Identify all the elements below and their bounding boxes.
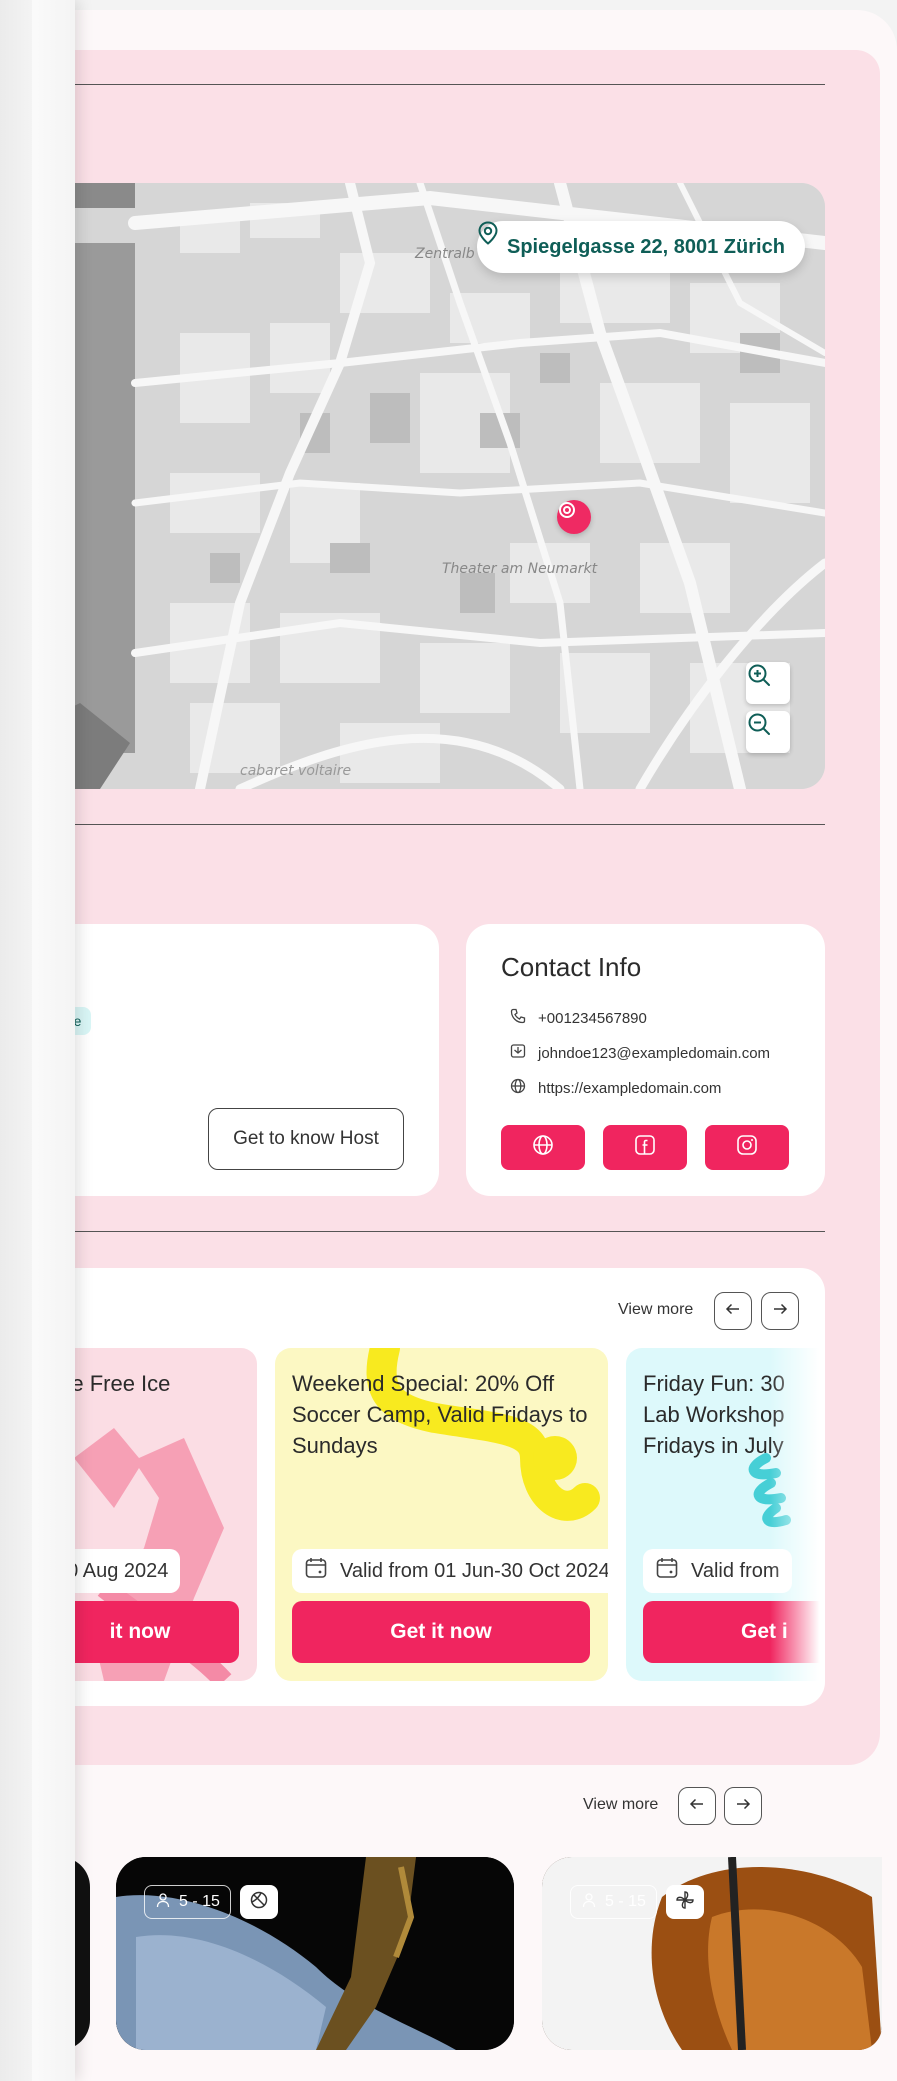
contact-info-card: Contact Info +001234567890 johndoe123@ex… xyxy=(466,924,825,1196)
event-card[interactable]: 5 - 15 xyxy=(116,1857,514,2050)
pinwheel-icon xyxy=(675,1890,695,1915)
calendar-icon xyxy=(304,1556,328,1586)
location-map[interactable]: Zentralb Theater am Neumarkt cabaret vol… xyxy=(40,183,825,789)
ball-icon xyxy=(249,1890,269,1915)
facebook-button[interactable] xyxy=(603,1125,687,1170)
deal-cta-label: it now xyxy=(109,1620,171,1643)
arrow-right-icon xyxy=(735,1796,751,1817)
contact-title: Contact Info xyxy=(501,952,642,982)
deal-card[interactable]: Weekend Special: 20% Off Soccer Camp, Va… xyxy=(275,1348,608,1681)
map-label-zentral: Zentralb xyxy=(414,246,475,262)
deal-validity-text: Valid from xyxy=(691,1559,780,1582)
section-divider xyxy=(40,824,825,825)
deal-validity-text: Valid from 01 Jun-30 Oct 2024 xyxy=(340,1559,608,1582)
event-card[interactable]: 5 - 15 xyxy=(542,1857,882,2050)
deals-view-more-link[interactable]: View more xyxy=(618,1301,693,1319)
address-chip[interactable]: Spiegelgasse 22, 8001 Zürich xyxy=(477,221,805,273)
get-to-know-host-button[interactable]: Get to know Host xyxy=(208,1108,404,1170)
deals-next-button[interactable] xyxy=(761,1292,799,1330)
events-next-button[interactable] xyxy=(724,1787,762,1825)
deals-prev-button[interactable] xyxy=(714,1292,752,1330)
phone-number: +001234567890 xyxy=(538,1009,647,1027)
sidebar-edge xyxy=(32,0,75,2081)
section-divider xyxy=(40,84,825,85)
email-address: johndoe123@exampledomain.com xyxy=(538,1044,771,1062)
contact-website[interactable]: https://exampledomain.com xyxy=(510,1078,721,1098)
contact-phone[interactable]: +001234567890 xyxy=(510,1008,647,1028)
map-label-cabaret: cabaret voltaire xyxy=(240,763,351,779)
map-marker-icon[interactable] xyxy=(557,500,591,534)
age-range-text: 5 - 15 xyxy=(179,1893,220,1910)
web-icon xyxy=(510,1078,526,1098)
website-button[interactable] xyxy=(501,1125,585,1170)
instagram-icon xyxy=(735,1133,759,1162)
category-badge xyxy=(666,1885,704,1919)
arrow-left-icon xyxy=(689,1796,705,1817)
contact-email[interactable]: johndoe123@exampledomain.com xyxy=(510,1043,770,1063)
zoom-out-button[interactable] xyxy=(746,711,790,753)
category-badge xyxy=(240,1885,278,1919)
calendar-icon xyxy=(655,1556,679,1586)
events-prev-button[interactable] xyxy=(678,1787,716,1825)
host-card: ience m bus Get to know Host xyxy=(30,924,439,1196)
carousel-fade xyxy=(770,1348,825,1681)
age-range-badge: 5 - 15 xyxy=(144,1885,231,1919)
zoom-in-button[interactable] xyxy=(746,662,790,704)
arrow-right-icon xyxy=(772,1301,788,1322)
person-icon xyxy=(155,1892,171,1913)
deal-get-it-button[interactable]: Get it now xyxy=(292,1601,590,1663)
person-icon xyxy=(581,1892,597,1913)
age-range-text: 5 - 15 xyxy=(605,1893,646,1910)
instagram-button[interactable] xyxy=(705,1125,789,1170)
deals-carousel: View more One Free Icee 15 Jul-30 Aug 20… xyxy=(30,1268,825,1706)
facebook-icon xyxy=(633,1133,657,1162)
website-url: https://exampledomain.com xyxy=(538,1079,722,1097)
deal-title: Weekend Special: 20% Off Soccer Camp, Va… xyxy=(292,1371,588,1458)
section-divider xyxy=(40,1231,825,1232)
phone-icon xyxy=(510,1008,526,1028)
arrow-left-icon xyxy=(725,1301,741,1322)
map-label-theater: Theater am Neumarkt xyxy=(442,561,598,577)
deal-validity: Valid from 01 Jun-30 Oct 2024 xyxy=(292,1549,608,1593)
address-text: Spiegelgasse 22, 8001 Zürich xyxy=(507,235,785,258)
mail-icon xyxy=(510,1043,526,1063)
events-view-more-link[interactable]: View more xyxy=(583,1796,658,1814)
globe-icon xyxy=(531,1133,555,1162)
map-tiles: Zentralb Theater am Neumarkt cabaret vol… xyxy=(40,183,825,789)
age-range-badge: 5 - 15 xyxy=(570,1885,657,1919)
